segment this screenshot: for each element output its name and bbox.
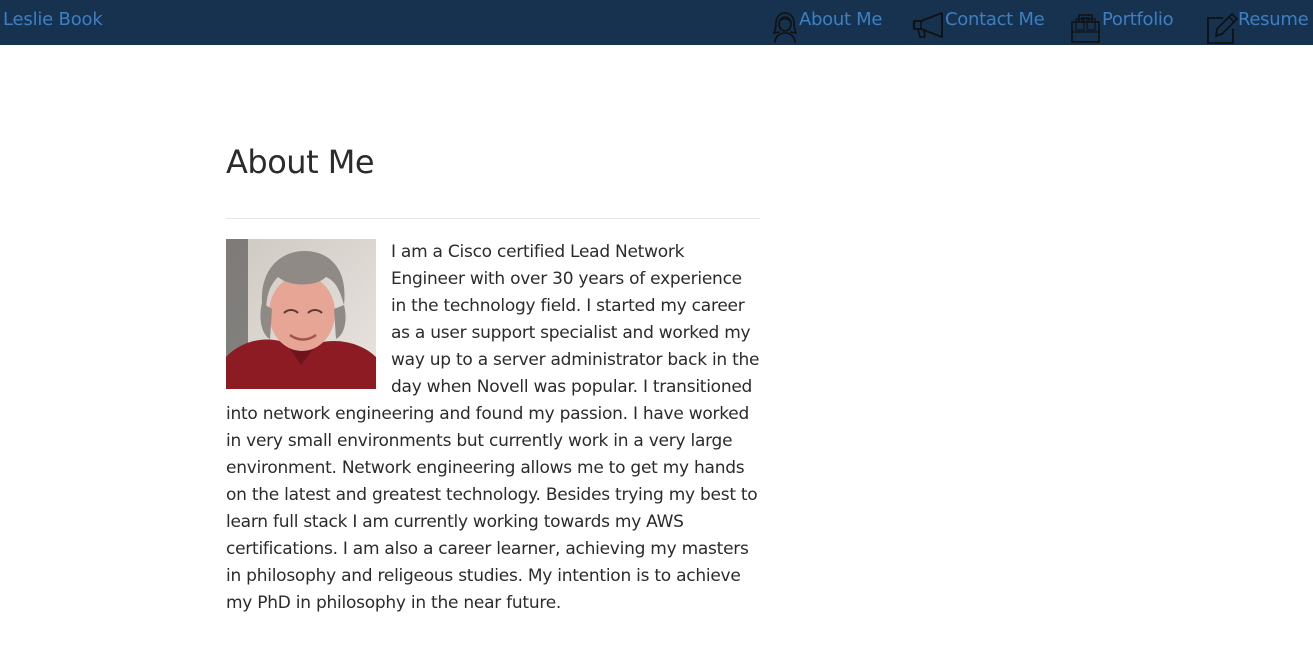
edit-pencil-icon	[1207, 13, 1238, 44]
nav-portfolio[interactable]: Portfolio	[1069, 8, 1174, 43]
nav-resume[interactable]: Resume	[1205, 8, 1309, 44]
megaphone-icon	[912, 12, 943, 38]
page-title: About Me	[226, 143, 375, 181]
nav-about-me[interactable]: About Me	[771, 8, 883, 44]
brand-link[interactable]: Leslie Book	[3, 9, 103, 31]
nav-about-me-label: About Me	[799, 9, 883, 30]
bio-text-block: I am a Cisco certified Lead Network Engi…	[226, 239, 760, 617]
nav-portfolio-label: Portfolio	[1102, 9, 1174, 30]
about-section: About Me I am a Cisco certified Lead Net…	[226, 130, 760, 613]
woman-avatar-icon	[772, 12, 798, 44]
top-navbar: Leslie Book About Me Contact Me Portfoli…	[0, 0, 1313, 45]
briefcase-icon	[1071, 14, 1100, 43]
nav-resume-label: Resume	[1238, 9, 1309, 30]
nav-contact-me-label: Contact Me	[945, 9, 1045, 30]
nav-contact-me[interactable]: Contact Me	[911, 8, 1045, 40]
profile-photo	[226, 239, 376, 389]
title-divider	[226, 218, 760, 219]
